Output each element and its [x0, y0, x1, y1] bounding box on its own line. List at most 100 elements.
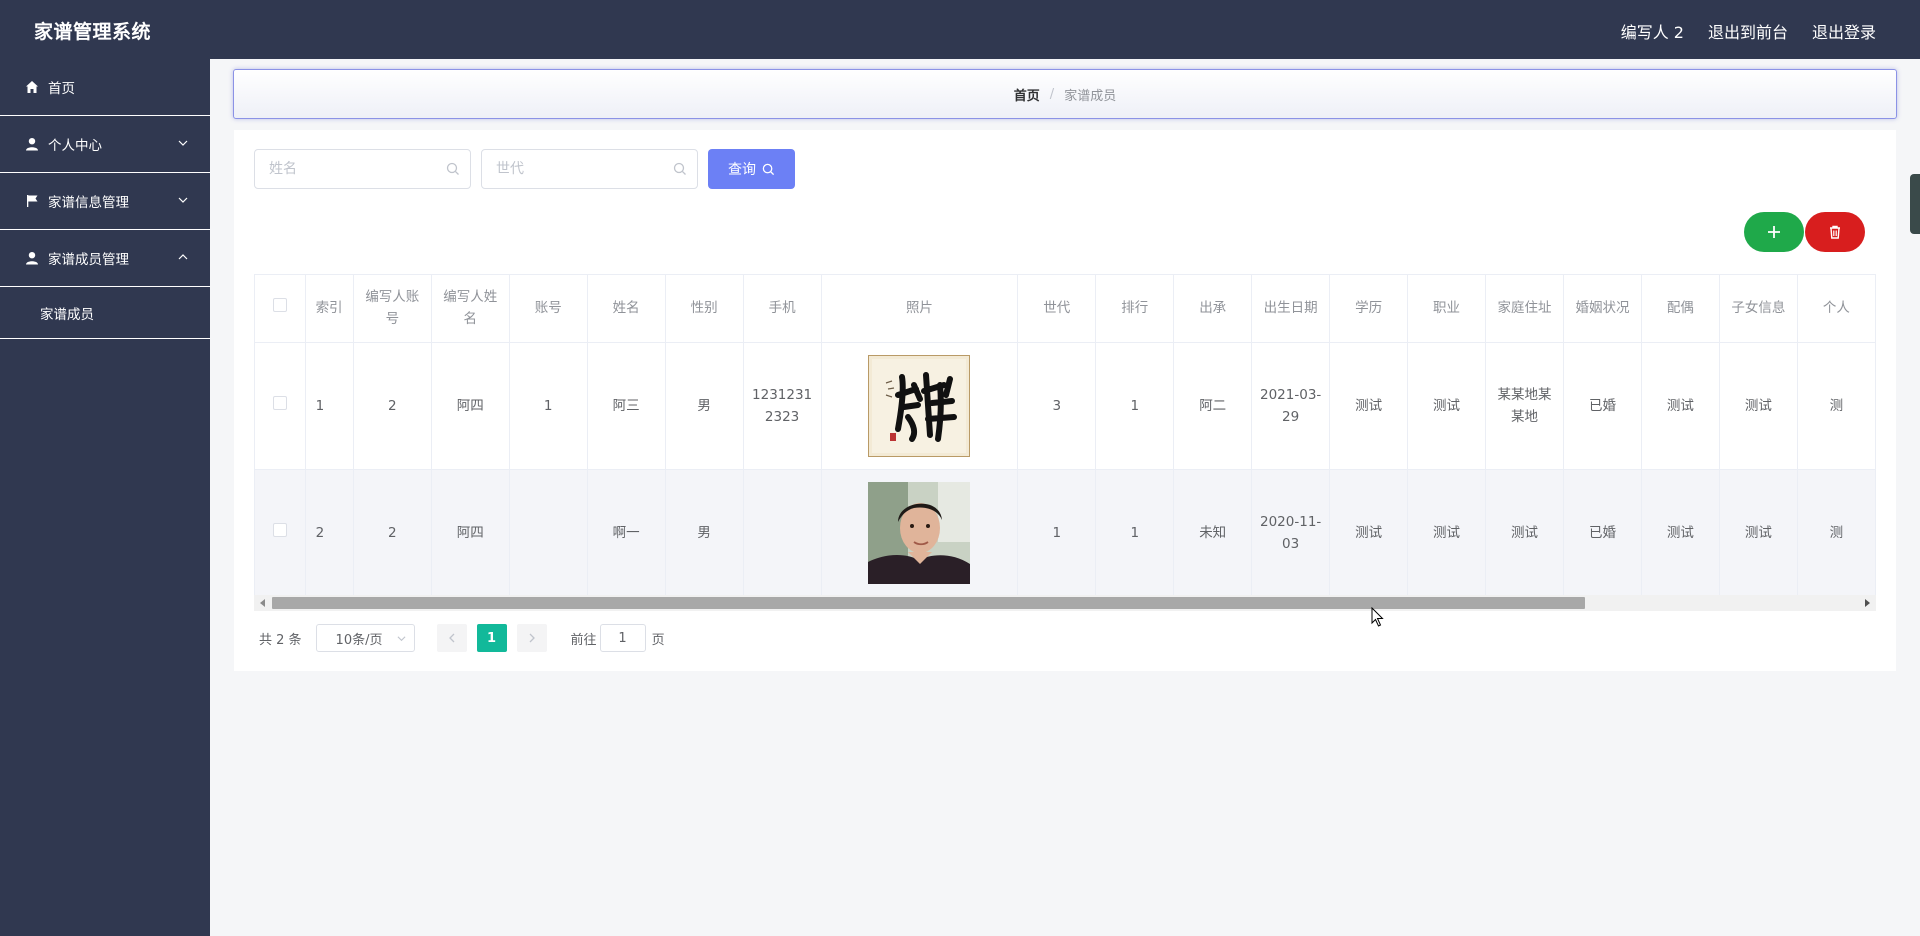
scroll-left-arrow[interactable] — [260, 599, 265, 607]
sidebar-item-label: 家谱信息管理 — [48, 195, 129, 211]
trash-icon — [1830, 225, 1840, 239]
current-user-link[interactable]: 编写人 2 — [1621, 19, 1684, 43]
sidebar-item-genealogy-info[interactable]: 家谱信息管理 — [0, 173, 210, 230]
row-select-cell[interactable] — [255, 342, 306, 470]
column-header: 职业 — [1407, 275, 1487, 343]
cell-account: 1 — [509, 342, 588, 470]
calligraphy-image — [868, 354, 971, 457]
app-title: 家谱管理系统 — [34, 21, 152, 43]
portrait-image — [868, 481, 971, 584]
column-header: 出承 — [1173, 275, 1253, 343]
cell-marital: 已婚 — [1563, 469, 1642, 597]
cell-name: 啊一 — [587, 469, 666, 597]
cell-photo — [821, 342, 1019, 470]
column-header: 索引 — [305, 275, 354, 343]
prev-page-button[interactable] — [436, 624, 467, 652]
scroll-right-arrow[interactable] — [1865, 599, 1870, 607]
column-header: 账号 — [509, 275, 588, 343]
cell-index: 2 — [305, 469, 354, 597]
chevron-left-icon — [448, 633, 455, 643]
chevron-down-icon — [178, 140, 188, 146]
delete-button[interactable] — [1805, 212, 1865, 252]
column-header: 编写人账号 — [353, 275, 432, 343]
cell-spouse: 测试 — [1641, 342, 1720, 470]
cell-birth-date: 2020-11-03 — [1251, 469, 1331, 597]
cell-rank: 1 — [1095, 469, 1175, 597]
cell-children: 测试 — [1719, 342, 1798, 470]
cell-education: 测试 — [1329, 342, 1409, 470]
column-header: 子女信息 — [1719, 275, 1798, 343]
person-icon — [24, 136, 40, 152]
column-header: 世代 — [1017, 275, 1097, 343]
cell-name: 阿三 — [587, 342, 666, 470]
header-select-all[interactable] — [255, 275, 306, 343]
next-page-button[interactable] — [516, 624, 547, 652]
breadcrumb-home[interactable]: 首页 — [1014, 85, 1040, 104]
cell-chucheng: 阿二 — [1173, 342, 1253, 470]
cell-writer-name: 阿四 — [431, 469, 510, 597]
table-row[interactable]: 2 2 阿四 啊一 男 1 1 未知 2020-11-03 测试 测试 测试 已… — [255, 469, 1876, 597]
plus-icon — [1768, 226, 1780, 238]
cell-birth-date: 2021-03-29 — [1251, 342, 1331, 470]
row-checkbox[interactable] — [272, 395, 287, 410]
add-button[interactable] — [1744, 212, 1804, 252]
row-checkbox[interactable] — [272, 522, 287, 537]
scrollbar-thumb[interactable] — [272, 597, 1585, 609]
cell-address: 测试 — [1485, 469, 1564, 597]
cell-phone: 12312312323 — [743, 342, 822, 470]
page-size-select[interactable]: 10条/页 — [315, 624, 415, 652]
chevron-up-icon — [178, 254, 188, 260]
cell-chucheng: 未知 — [1173, 469, 1253, 597]
mouse-cursor-icon — [1371, 607, 1384, 627]
column-header: 配偶 — [1641, 275, 1720, 343]
chevron-down-icon — [397, 636, 406, 642]
sidebar-item-label: 个人中心 — [48, 138, 102, 154]
cell-photo — [821, 469, 1019, 597]
row-select-cell[interactable] — [255, 469, 306, 597]
goto-label: 前往 — [570, 632, 597, 648]
page-size-value: 10条/页 — [335, 632, 383, 648]
chevron-right-icon — [529, 633, 535, 643]
cell-address: 某某地某某地 — [1485, 342, 1564, 470]
name-search-input[interactable] — [255, 150, 425, 188]
search-icon — [762, 163, 775, 175]
logout-link[interactable]: 退出登录 — [1812, 19, 1876, 43]
breadcrumb-separator: / — [1049, 86, 1055, 102]
name-search-field[interactable] — [254, 149, 471, 189]
cell-writer-name: 阿四 — [431, 342, 510, 470]
cell-education: 测试 — [1329, 469, 1409, 597]
side-drawer-handle[interactable] — [1910, 174, 1920, 234]
select-all-checkbox[interactable] — [272, 298, 287, 313]
cell-children: 测试 — [1719, 469, 1798, 597]
page-number-current[interactable]: 1 — [476, 624, 507, 652]
cell-account — [509, 469, 588, 597]
sidebar-item-personal-center[interactable]: 个人中心 — [0, 116, 210, 173]
sidebar-item-home[interactable]: 首页 — [0, 59, 210, 116]
sidebar-item-member-management[interactable]: 家谱成员管理 — [0, 230, 210, 287]
search-icon — [446, 162, 459, 175]
table-row[interactable]: 1 2 阿四 1 阿三 男 12312312323 3 1 阿二 2021-03… — [255, 342, 1876, 470]
table-horizontal-scrollbar[interactable] — [254, 595, 1876, 611]
column-header: 学历 — [1329, 275, 1409, 343]
cell-phone — [743, 469, 822, 597]
column-header: 性别 — [665, 275, 744, 343]
cell-gender: 男 — [665, 342, 744, 470]
cell-personal: 测 — [1797, 469, 1876, 597]
column-header: 排行 — [1095, 275, 1175, 343]
generation-search-field[interactable] — [481, 149, 698, 189]
sidebar: 首页 个人中心 家谱信息管理 家谱成员管理 家谱成员 — [0, 59, 210, 936]
goto-page-input[interactable] — [599, 624, 646, 652]
column-header: 家庭住址 — [1485, 275, 1564, 343]
generation-search-input[interactable] — [482, 150, 652, 188]
home-icon — [24, 79, 40, 95]
query-button[interactable]: 查询 — [708, 149, 795, 189]
sidebar-item-label: 家谱成员管理 — [48, 252, 129, 268]
table-header-row: 索引 编写人账号 编写人姓名 账号 姓名 性别 手机 照片 世代 排行 出承 出… — [255, 275, 1876, 343]
cell-writer-account: 2 — [353, 469, 432, 597]
exit-to-front-link[interactable]: 退出到前台 — [1708, 19, 1788, 43]
sidebar-subitem-members[interactable]: 家谱成员 — [0, 287, 210, 339]
flag-icon — [24, 193, 40, 209]
cell-rank: 1 — [1095, 342, 1175, 470]
column-header: 编写人姓名 — [431, 275, 510, 343]
chevron-down-icon — [178, 197, 188, 203]
